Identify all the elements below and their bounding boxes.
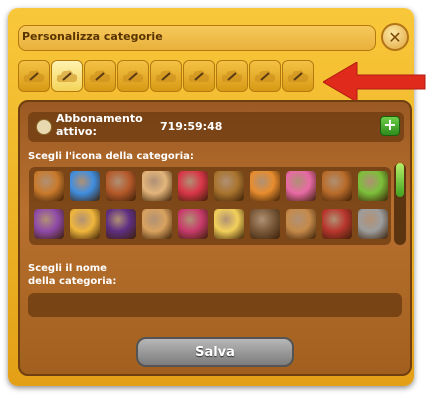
cloud-pencil-icon: [122, 70, 144, 82]
category-tab-2[interactable]: [51, 60, 83, 92]
padlock-heart-icon[interactable]: [178, 171, 208, 201]
name-label-line2: della categoria:: [28, 276, 117, 287]
category-tabs: [18, 60, 314, 92]
category-tab-5[interactable]: [150, 60, 182, 92]
gift-icon[interactable]: [178, 209, 208, 239]
flower-bunch-icon[interactable]: [34, 209, 64, 239]
cloud-pencil-icon: [287, 70, 309, 82]
close-icon: ✕: [388, 27, 402, 47]
sausage-icon[interactable]: [322, 209, 352, 239]
crate-icon[interactable]: [34, 171, 64, 201]
name-label: Scegli il nome della categoria:: [28, 262, 116, 288]
cloud-pencil-icon: [89, 70, 111, 82]
scrollbar-thumb[interactable]: [396, 163, 404, 197]
category-tab-7[interactable]: [216, 60, 248, 92]
cheese-icon[interactable]: [214, 209, 244, 239]
cupcake-icon[interactable]: [286, 171, 316, 201]
name-label-line1: Scegli il nome: [28, 263, 107, 274]
trowel-icon[interactable]: [358, 209, 388, 239]
subscription-timer: 719:59:48: [160, 120, 223, 133]
hammer-icon[interactable]: [250, 209, 280, 239]
diamond-icon[interactable]: [70, 171, 100, 201]
cloud-pencil-icon: [56, 70, 78, 82]
category-tab-9[interactable]: [282, 60, 314, 92]
flowerpot-icon[interactable]: [106, 171, 136, 201]
cloud-pencil-icon: [254, 70, 276, 82]
close-button[interactable]: ✕: [381, 23, 409, 51]
plus-icon: +: [383, 115, 397, 134]
cloud-pencil-icon: [188, 70, 210, 82]
candy-icon[interactable]: [250, 171, 280, 201]
category-name-input[interactable]: [28, 293, 402, 317]
subscription-label: Abbonamento attivo:: [56, 112, 143, 138]
category-tab-6[interactable]: [183, 60, 215, 92]
dialog-title: Personalizza categorie: [22, 30, 163, 43]
category-tab-1[interactable]: [18, 60, 50, 92]
stopwatch-icon: [36, 119, 52, 135]
category-tab-3[interactable]: [84, 60, 116, 92]
category-tab-8[interactable]: [249, 60, 281, 92]
cloud-pencil-icon: [155, 70, 177, 82]
honey-jar-icon[interactable]: [70, 209, 100, 239]
witch-hat-icon[interactable]: [106, 209, 136, 239]
cloud-pencil-icon: [23, 70, 45, 82]
cloud-pencil-icon: [221, 70, 243, 82]
icon-picker-label: Scegli l'icona della categoria:: [28, 151, 194, 162]
save-button[interactable]: Salva: [136, 337, 294, 367]
bread-tools-icon[interactable]: [214, 171, 244, 201]
cone-icon[interactable]: [142, 171, 172, 201]
category-tab-4[interactable]: [117, 60, 149, 92]
box-icon[interactable]: [286, 209, 316, 239]
backpack-icon[interactable]: [322, 171, 352, 201]
icon-grid: [29, 167, 391, 245]
battery-icon[interactable]: [358, 171, 388, 201]
add-subscription-button[interactable]: +: [380, 116, 400, 136]
palette-icon[interactable]: [142, 209, 172, 239]
